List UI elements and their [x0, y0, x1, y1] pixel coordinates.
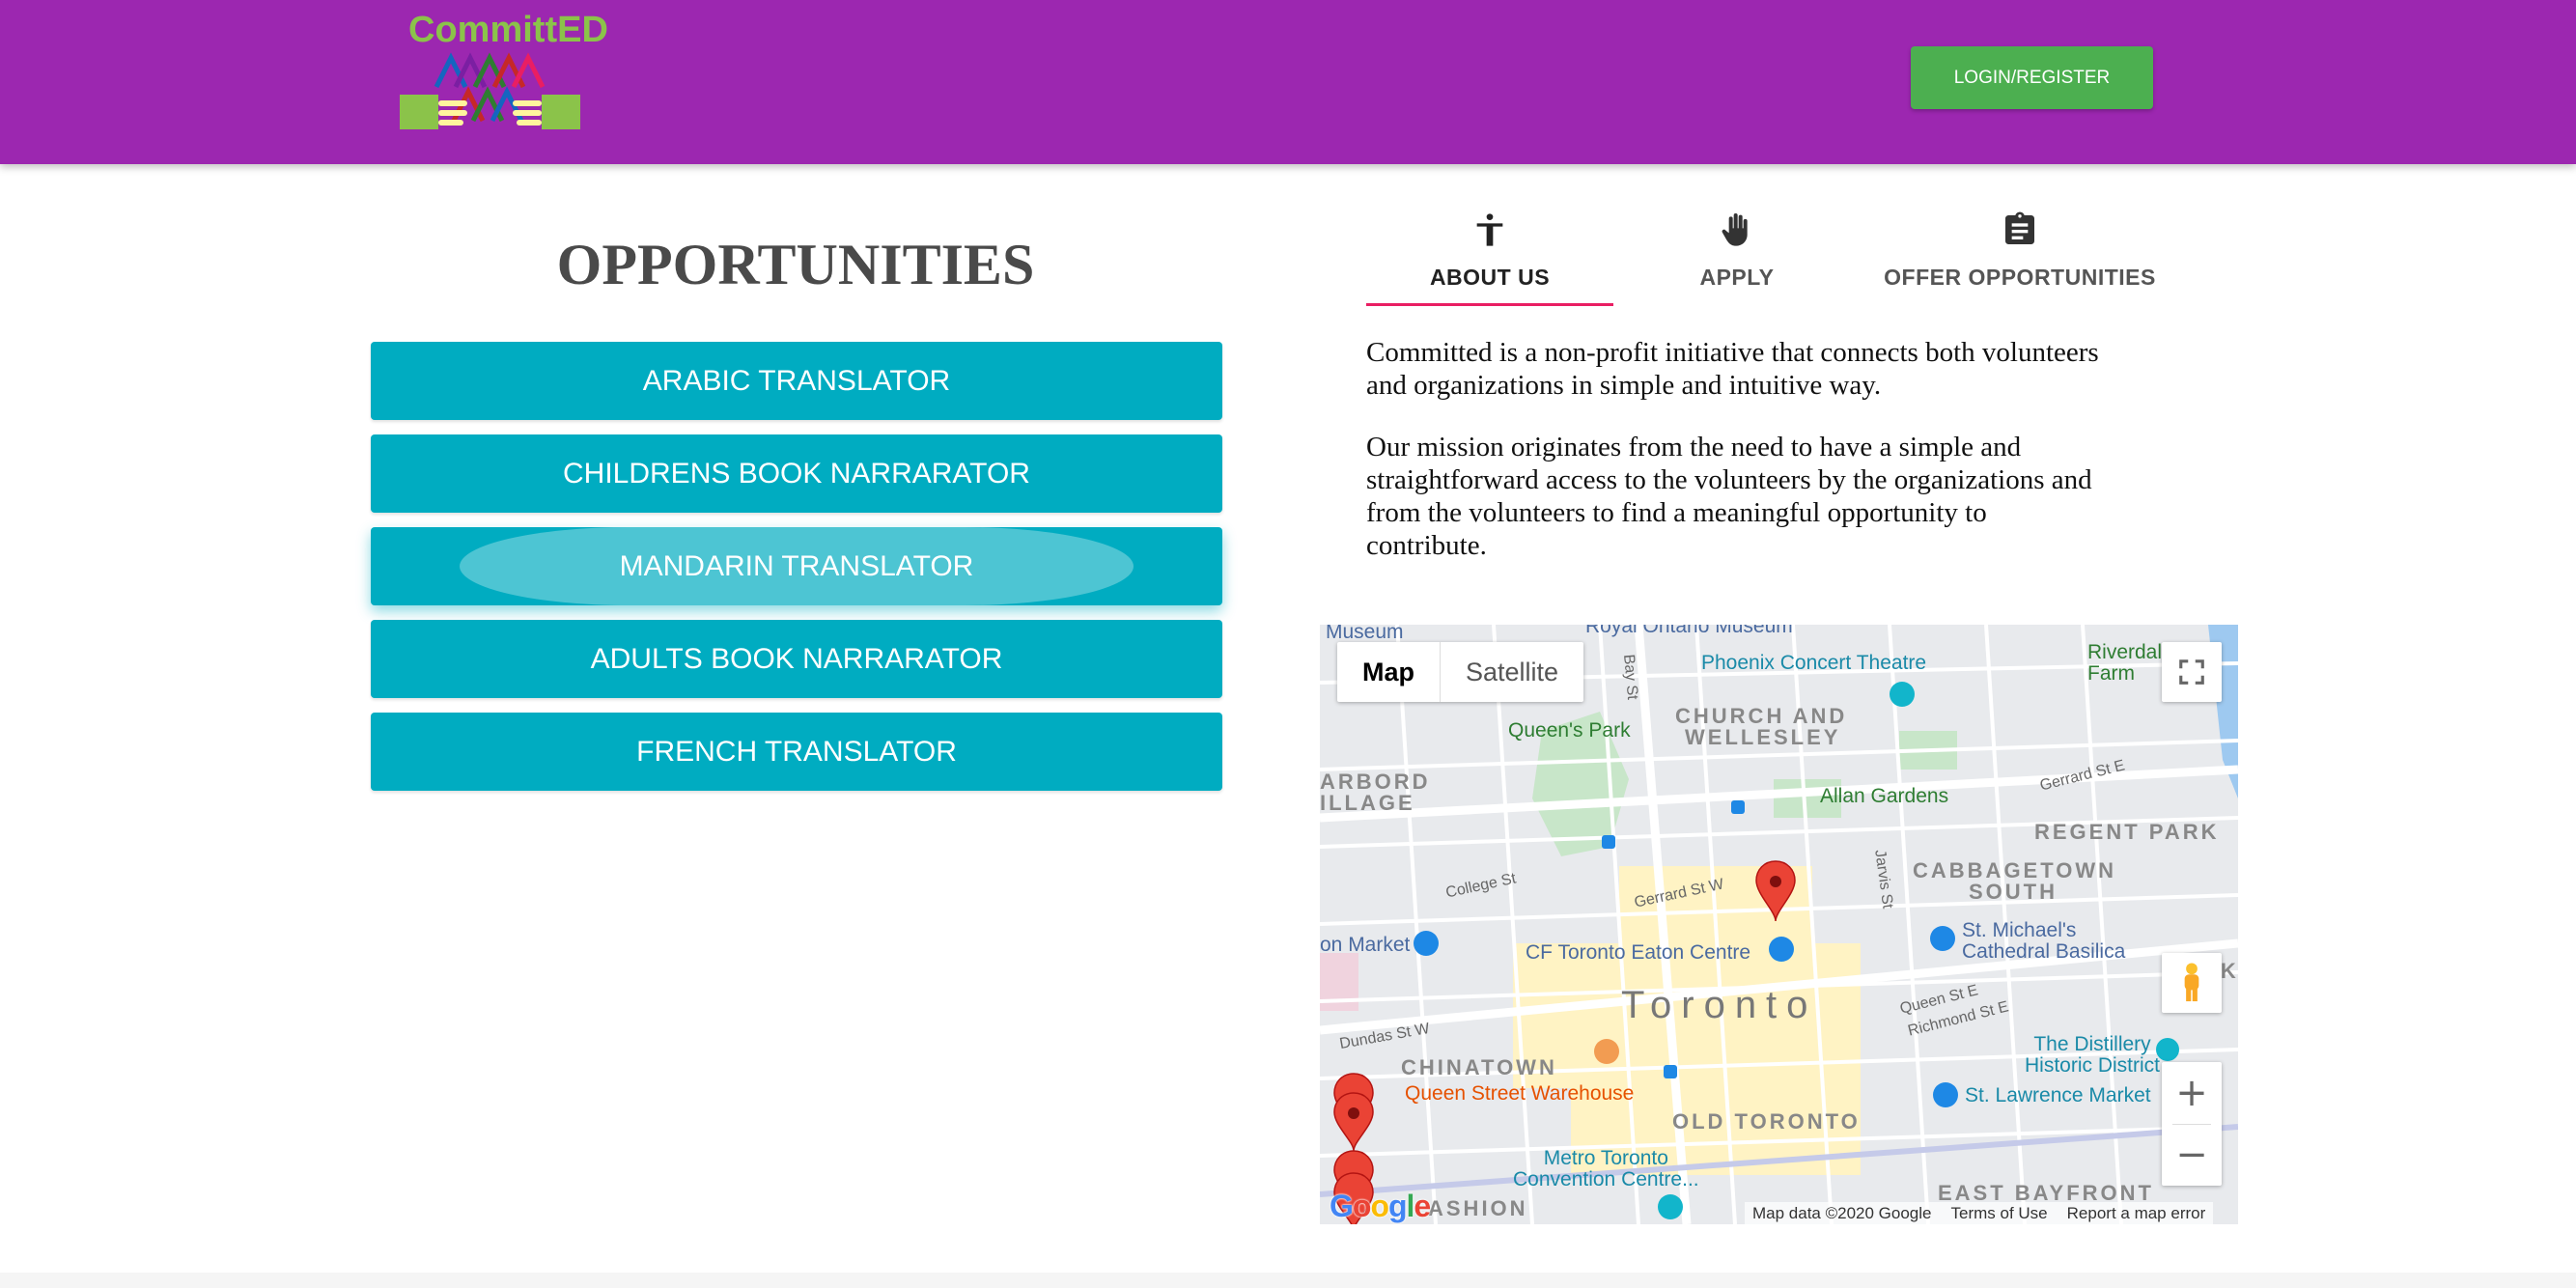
- map-label-st-michaels: St. Michael's Cathedral Basilica: [1962, 920, 2125, 963]
- map-label-st-lawrence: St. Lawrence Market: [1965, 1084, 2151, 1106]
- map-label-st-michaels-1: St. Michael's: [1962, 919, 2077, 941]
- opportunities-title: OPPORTUNITIES: [556, 233, 1035, 296]
- tab-offer-opportunities[interactable]: OFFER OPPORTUNITIES: [1861, 203, 2179, 307]
- opportunity-label: FRENCH TRANSLATOR: [636, 735, 957, 768]
- map-label-museum: Museum: [1326, 625, 1404, 643]
- tab-label: ABOUT US: [1429, 265, 1551, 290]
- map-footer: Map data ©2020 Google Terms of Use Repor…: [1745, 1202, 2214, 1224]
- opportunity-arabic-translator[interactable]: ARABIC TRANSLATOR: [371, 342, 1222, 420]
- zoom-control: + −: [2162, 1062, 2222, 1186]
- about-us-content: Committed is a non-profit initiative tha…: [1366, 336, 2100, 591]
- street-view-pegman[interactable]: [2162, 953, 2222, 1013]
- logo-hands-icon: [400, 52, 580, 129]
- opportunity-label: ARABIC TRANSLATOR: [642, 364, 951, 397]
- map-label-st-michaels-2: Cathedral Basilica: [1962, 940, 2126, 963]
- map-label-allan-gardens: Allan Gardens: [1820, 785, 1949, 807]
- tab-label: APPLY: [1699, 265, 1775, 290]
- tab-about-us[interactable]: ABOUT US: [1366, 203, 1613, 307]
- opportunity-label: ADULTS BOOK NARRARATOR: [590, 642, 1003, 675]
- map-label-harbord-2: ILLAGE: [1320, 791, 1415, 815]
- report-map-error-link[interactable]: Report a map error: [2067, 1204, 2206, 1223]
- terms-of-use-link[interactable]: Terms of Use: [1951, 1204, 2048, 1223]
- committed-logo[interactable]: CommittED: [396, 10, 608, 140]
- fullscreen-icon: [2179, 659, 2204, 685]
- map-data-attribution: Map data ©2020 Google: [1752, 1203, 1932, 1222]
- map-label-metro-1: Metro Toronto: [1543, 1147, 1668, 1169]
- map-label-chinatown: CHINATOWN: [1401, 1055, 1557, 1079]
- opportunity-label: MANDARIN TRANSLATOR: [619, 549, 974, 582]
- map-type-satellite-button[interactable]: Satellite: [1440, 642, 1583, 702]
- map-type-control: Map Satellite: [1337, 642, 1584, 702]
- map-label-distillery: The Distillery Historic District: [2025, 1034, 2160, 1077]
- opportunity-list: ARABIC TRANSLATOR CHILDRENS BOOK NARRARA…: [371, 342, 1222, 805]
- info-tabs: ABOUT US APPLY OFFER OPPORTUNITIES: [1366, 203, 2177, 309]
- opportunity-childrens-book-narrarator[interactable]: CHILDRENS BOOK NARRARATOR: [371, 434, 1222, 513]
- accessibility-icon: [1476, 213, 1503, 246]
- map-label-metro-convention: Metro Toronto Convention Centre...: [1513, 1148, 1699, 1190]
- mission-paragraph: Our mission originates from the need to …: [1366, 432, 2092, 561]
- about-paragraph: Committed is a non-profit initiative tha…: [1366, 337, 2099, 401]
- logo-text: CommittED: [408, 10, 608, 50]
- opportunity-adults-book-narrarator[interactable]: ADULTS BOOK NARRARATOR: [371, 620, 1222, 698]
- pegman-icon: [2184, 963, 2199, 1002]
- login-register-button[interactable]: LOGIN/REGISTER: [1911, 46, 2153, 109]
- map-label-regent-park: REGENT PARK: [2034, 820, 2220, 844]
- map-label-queen-street-warehouse: Queen Street Warehouse: [1405, 1082, 1635, 1105]
- map-label-fashion: ASHION: [1428, 1196, 1528, 1220]
- fullscreen-button[interactable]: [2162, 642, 2222, 702]
- map-label-royal-ontario: Royal Ontario Museum: [1585, 625, 1793, 637]
- map-label-cabbagetown-2: SOUTH: [1969, 880, 2058, 904]
- opportunity-french-translator[interactable]: FRENCH TRANSLATOR: [371, 713, 1222, 791]
- google-map[interactable]: Museum Royal Ontario Museum Phoenix Conc…: [1320, 625, 2238, 1224]
- map-label-old-toronto: OLD TORONTO: [1672, 1109, 1861, 1134]
- zoom-in-button[interactable]: +: [2162, 1062, 2222, 1124]
- opportunity-label: CHILDRENS BOOK NARRARATOR: [563, 457, 1030, 490]
- tab-apply[interactable]: APPLY: [1613, 203, 1861, 307]
- map-label-riverdale: Riverdale Farm: [2087, 641, 2173, 685]
- page-bottom-bar: [0, 1273, 2576, 1288]
- google-logo: Google: [1330, 1189, 1431, 1223]
- hand-icon: [1722, 213, 1748, 246]
- map-label-eaton-centre: CF Toronto Eaton Centre: [1526, 941, 1751, 964]
- map-label-phoenix: Phoenix Concert Theatre: [1701, 652, 1927, 674]
- map-label-market: on Market: [1320, 934, 1411, 956]
- map-label-city: Toronto: [1621, 984, 1818, 1026]
- map-label-distillery-2: Historic District: [2025, 1054, 2160, 1077]
- map-label-metro-2: Convention Centre...: [1513, 1168, 1699, 1190]
- map-label-church-wellesley-2: WELLESLEY: [1685, 725, 1841, 749]
- map-label-distillery-1: The Distillery: [2033, 1033, 2151, 1055]
- map-label-queens-park: Queen's Park: [1508, 719, 1631, 742]
- opportunity-mandarin-translator[interactable]: MANDARIN TRANSLATOR: [371, 527, 1222, 605]
- clipboard-icon: [2005, 211, 2034, 244]
- zoom-out-button[interactable]: −: [2162, 1125, 2222, 1187]
- tab-label: OFFER OPPORTUNITIES: [1884, 265, 2156, 290]
- app-header: CommittED LOGIN/REGISTER: [0, 0, 2576, 164]
- map-type-map-button[interactable]: Map: [1337, 642, 1440, 702]
- active-tab-indicator: [1366, 303, 1613, 306]
